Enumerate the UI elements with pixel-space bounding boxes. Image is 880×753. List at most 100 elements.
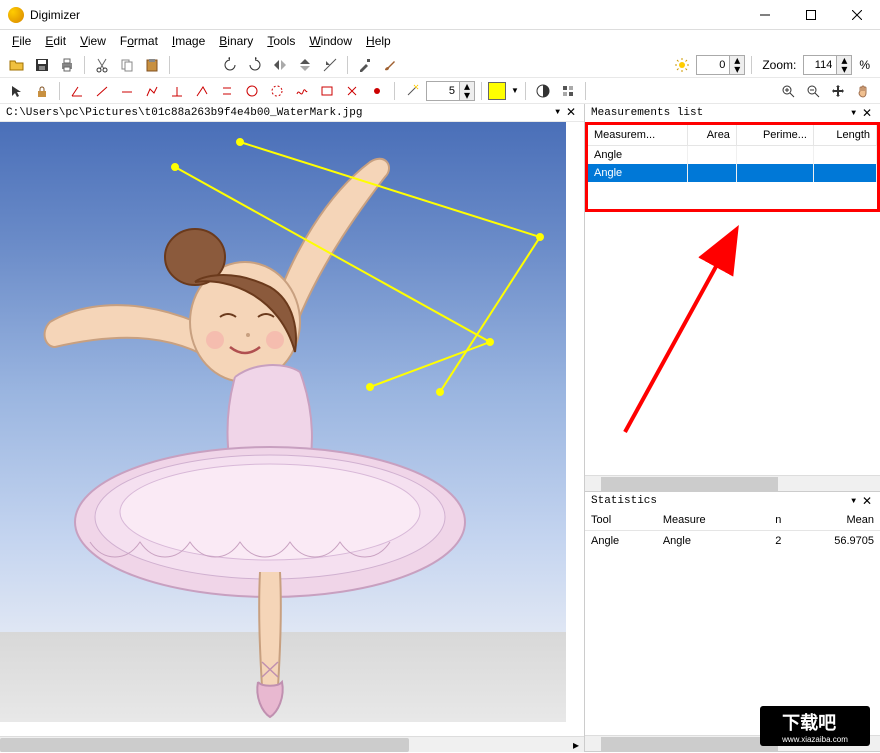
measurements-pane: Measurements list ▼ ✕ Measurem... Area P… (585, 104, 880, 492)
rect-tool-icon[interactable] (316, 80, 338, 102)
table-row[interactable]: Angle Angle 2 56.9705 (585, 531, 880, 552)
canvas-menu-icon[interactable]: ▼ (555, 108, 560, 117)
rotate-right-icon[interactable] (244, 54, 266, 76)
col-perimeter[interactable]: Perime... (736, 125, 813, 146)
freehand-tool-icon[interactable] (291, 80, 313, 102)
cross-tool-icon[interactable] (341, 80, 363, 102)
col-measurement[interactable]: Measurem... (588, 125, 687, 146)
table-row[interactable]: Angle (588, 146, 877, 165)
measurements-body (585, 212, 880, 475)
hand-icon[interactable] (852, 80, 874, 102)
menu-edit[interactable]: Edit (39, 32, 72, 50)
line-tool-icon[interactable] (91, 80, 113, 102)
angle2-tool-icon[interactable] (191, 80, 213, 102)
linewidth-input[interactable] (427, 85, 459, 97)
circle-tool-icon[interactable] (241, 80, 263, 102)
save-icon[interactable] (31, 54, 53, 76)
canvas-close-icon[interactable]: ✕ (564, 105, 578, 120)
zoom-label: Zoom: (762, 58, 796, 72)
zoom-out-icon[interactable] (802, 80, 824, 102)
menu-format[interactable]: Format (114, 32, 164, 50)
zoom-pct: % (859, 58, 870, 72)
toolbar-2: ▴▾ ▼ (0, 78, 880, 104)
zoom-spin[interactable]: ▴▾ (803, 55, 852, 75)
hline-tool-icon[interactable] (116, 80, 138, 102)
workspace: C:\Users\pc\Pictures\t01c88a263b9f4e4b00… (0, 104, 880, 752)
menu-help[interactable]: Help (360, 32, 397, 50)
menu-view[interactable]: View (74, 32, 112, 50)
ballerina-image (0, 122, 566, 722)
statistics-table[interactable]: Tool Measure n Mean Angle Angle 2 56.970… (585, 510, 880, 551)
menubar: File Edit View Format Image Binary Tools… (0, 30, 880, 52)
minimize-button[interactable] (742, 0, 788, 30)
measurements-highlight: Measurem... Area Perime... Length Angle … (585, 122, 880, 212)
point-tool-icon[interactable] (366, 80, 388, 102)
menu-file[interactable]: File (6, 32, 37, 50)
eyedropper-icon[interactable] (354, 54, 376, 76)
open-icon[interactable] (6, 54, 28, 76)
brightness-spin[interactable]: ▴▾ (696, 55, 745, 75)
titlebar: Digimizer (0, 0, 880, 30)
app-icon (8, 7, 24, 23)
polyline-tool-icon[interactable] (141, 80, 163, 102)
menu-binary[interactable]: Binary (213, 32, 259, 50)
parallel-tool-icon[interactable] (216, 80, 238, 102)
statistics-title: Statistics (591, 495, 851, 507)
angle-tool-icon[interactable] (66, 80, 88, 102)
flip-h-icon[interactable] (269, 54, 291, 76)
measurements-title: Measurements list (591, 107, 851, 119)
color-swatch[interactable] (488, 82, 506, 100)
table-row[interactable]: Angle (588, 164, 877, 182)
filter-icon[interactable] (557, 80, 579, 102)
measurements-header: Measurements list ▼ ✕ (585, 104, 880, 122)
col-area[interactable]: Area (687, 125, 736, 146)
col-n[interactable]: n (755, 510, 787, 531)
maximize-button[interactable] (788, 0, 834, 30)
circle-pts-icon[interactable] (266, 80, 288, 102)
spin-down-icon[interactable]: ▾ (730, 65, 744, 74)
flip-v-icon[interactable] (294, 54, 316, 76)
paste-icon[interactable] (141, 54, 163, 76)
brightness-input[interactable] (697, 59, 729, 71)
flip-d-icon[interactable] (319, 54, 341, 76)
menu-image[interactable]: Image (166, 32, 211, 50)
col-length[interactable]: Length (813, 125, 876, 146)
wand-icon[interactable] (401, 80, 423, 102)
col-tool[interactable]: Tool (585, 510, 657, 531)
menu-tools[interactable]: Tools (261, 32, 301, 50)
measurements-hscroll[interactable] (585, 475, 880, 491)
rotate-left-icon[interactable] (219, 54, 241, 76)
lock-icon[interactable] (31, 80, 53, 102)
statistics-close-icon[interactable]: ✕ (860, 494, 874, 509)
pan-icon[interactable] (827, 80, 849, 102)
zoom-down-icon[interactable]: ▾ (837, 65, 851, 74)
statistics-menu-icon[interactable]: ▼ (851, 497, 856, 506)
brush-icon[interactable] (379, 54, 401, 76)
perp-tool-icon[interactable] (166, 80, 188, 102)
measurements-menu-icon[interactable]: ▼ (851, 109, 856, 118)
col-measure[interactable]: Measure (657, 510, 755, 531)
canvas-header: C:\Users\pc\Pictures\t01c88a263b9f4e4b00… (0, 104, 584, 122)
linewidth-spin[interactable]: ▴▾ (426, 81, 475, 101)
app-title: Digimizer (30, 8, 742, 22)
contrast-icon[interactable] (532, 80, 554, 102)
canvas-hscroll[interactable]: ▸ (0, 736, 584, 752)
measurements-close-icon[interactable]: ✕ (860, 106, 874, 121)
color-dropdown-icon[interactable]: ▼ (511, 86, 519, 95)
copy-icon[interactable] (116, 54, 138, 76)
zoom-in-icon[interactable] (777, 80, 799, 102)
toolbar-1: ▴▾ Zoom: ▴▾ % (0, 52, 880, 78)
pointer-icon[interactable] (6, 80, 28, 102)
watermark-logo: 下载吧 www.xiazaiba.com (760, 706, 870, 746)
lw-down-icon[interactable]: ▾ (460, 91, 474, 100)
cut-icon[interactable] (91, 54, 113, 76)
close-button[interactable] (834, 0, 880, 30)
brightness-icon[interactable] (671, 54, 693, 76)
print-icon[interactable] (56, 54, 78, 76)
measurements-table[interactable]: Measurem... Area Perime... Length Angle … (588, 125, 877, 182)
col-mean[interactable]: Mean (787, 510, 880, 531)
zoom-input[interactable] (804, 59, 836, 71)
canvas-area[interactable] (0, 122, 584, 736)
menu-window[interactable]: Window (303, 32, 358, 50)
scroll-right-icon[interactable]: ▸ (568, 737, 584, 753)
